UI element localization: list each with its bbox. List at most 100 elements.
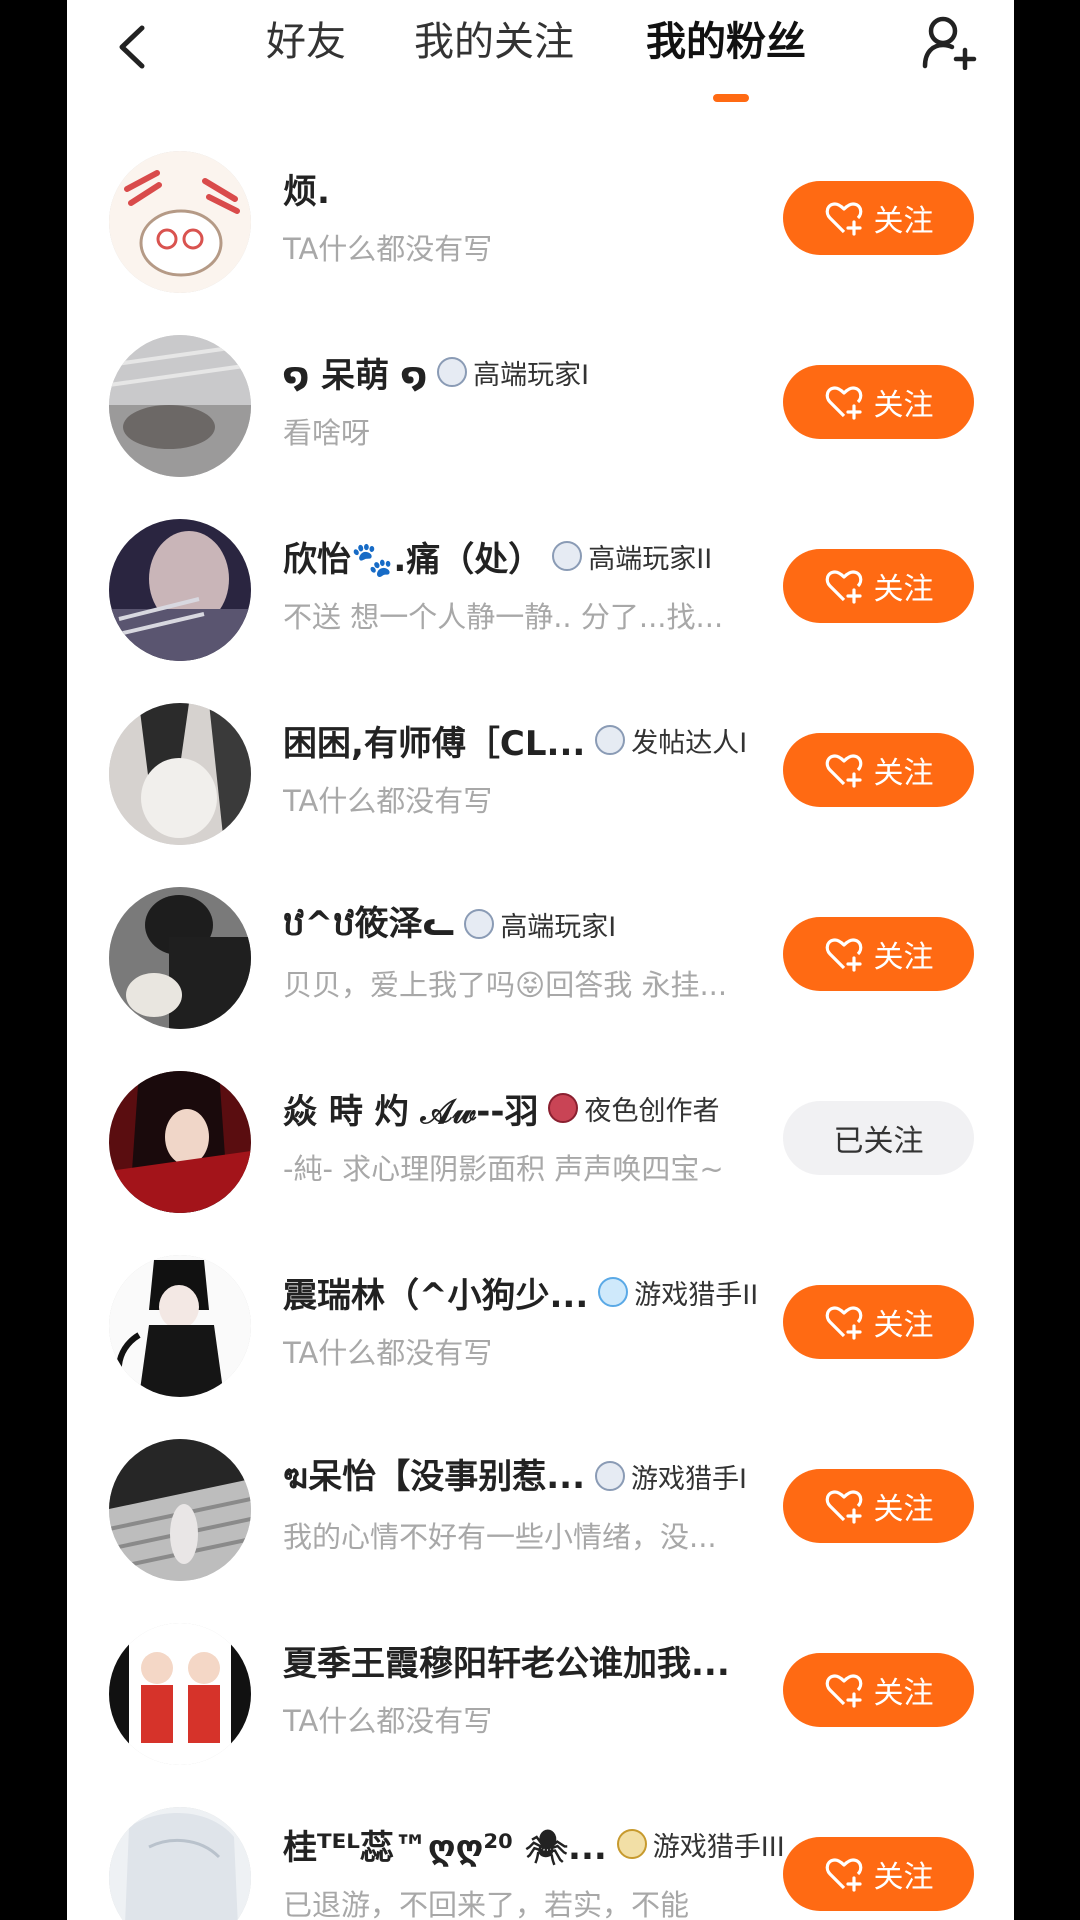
fan-bio: 我的心情不好有一些小情绪，没...: [283, 1520, 717, 1554]
name-line: 夏季王霞穆阳轩老公谁加我...: [283, 1630, 730, 1690]
heart-plus-icon: [825, 386, 862, 420]
badge-icon: [616, 1829, 647, 1859]
list-item[interactable]: 困困,有师傅［CL... 发帖达人I TA什么都没有写 关注: [67, 680, 1014, 864]
fan-name: 困困,有师傅［CL...: [283, 723, 586, 764]
fans-list: 烦. TA什么都没有写 关注 ໑ 呆萌 ໑ 高端玩家I 看啥呀 关注 欣怡🐾.痛…: [67, 128, 1014, 1920]
followed-button[interactable]: 已关注: [783, 1101, 974, 1175]
tab-following[interactable]: 我的关注: [414, 12, 574, 72]
follow-button[interactable]: 关注: [783, 549, 974, 623]
level-badge: 高端玩家II: [552, 537, 712, 576]
list-item[interactable]: 桂ᵀᴱᴸ蕊™ღღ²⁰ 🕷... 游戏猎手III 已退游，不回来了，若实，不能 关…: [67, 1784, 1014, 1920]
fan-name: 夏季王霞穆阳轩老公谁加我...: [283, 1643, 730, 1684]
back-button[interactable]: [107, 22, 157, 72]
avatar-image: [109, 1807, 251, 1920]
fan-bio: TA什么都没有写: [283, 232, 493, 266]
badge-icon: [594, 1461, 625, 1491]
list-item[interactable]: ໑ 呆萌 ໑ 高端玩家I 看啥呀 关注: [67, 312, 1014, 496]
list-item[interactable]: ឋ^ឋ筱泽ᓚ 高端玩家I 贝贝，爱上我了吗😝回答我 永挂... 关注: [67, 864, 1014, 1048]
fan-name: 烦.: [283, 171, 330, 212]
fan-bio: TA什么都没有写: [283, 784, 493, 818]
avatar[interactable]: [109, 335, 251, 477]
fan-name: 焱 時 灼 𝒜𝓌--羽: [283, 1091, 539, 1132]
avatar[interactable]: [109, 151, 251, 293]
tab-fans[interactable]: 我的粉丝: [646, 12, 806, 72]
name-line: ฆ呆怡【没事别惹... 游戏猎手I: [283, 1446, 747, 1506]
name-line: ໑ 呆萌 ໑ 高端玩家I: [283, 342, 589, 402]
level-badge: 游戏猎手II: [598, 1273, 758, 1312]
name-line: ឋ^ឋ筱泽ᓚ 高端玩家I: [283, 894, 616, 954]
fan-name: ឋ^ឋ筱泽ᓚ: [283, 904, 455, 944]
list-item[interactable]: 欣怡🐾.痛（处） 高端玩家II 不送 想一个人静一静.. 分了...找... 关…: [67, 496, 1014, 680]
name-line: 震瑞林（^小狗少... 游戏猎手II: [283, 1262, 758, 1322]
avatar[interactable]: [109, 1255, 251, 1397]
list-item[interactable]: ฆ呆怡【没事别惹... 游戏猎手I 我的心情不好有一些小情绪，没... 关注: [67, 1416, 1014, 1600]
avatar[interactable]: [109, 519, 251, 661]
add-friend-button[interactable]: [919, 12, 979, 72]
badge-label: 高端玩家I: [473, 359, 590, 391]
fan-name: ฆ呆怡【没事别惹...: [283, 1457, 585, 1497]
fan-bio: 已退游，不回来了，若实，不能: [283, 1888, 690, 1920]
avatar-image: [109, 335, 251, 477]
heart-plus-icon: [825, 1306, 862, 1340]
name-line: 欣怡🐾.痛（处） 高端玩家II: [283, 526, 712, 586]
badge-icon: [552, 541, 583, 571]
follow-button-label: 关注: [873, 388, 934, 423]
follow-button-label: 关注: [873, 756, 934, 791]
fan-bio: TA什么都没有写: [283, 1336, 493, 1370]
avatar[interactable]: [109, 1623, 251, 1765]
follow-button-label: 关注: [873, 572, 934, 607]
top-navigation-bar: 好友 我的关注 我的粉丝: [67, 0, 1014, 110]
name-line: 烦.: [283, 158, 330, 218]
fan-bio: 看啥呀: [283, 416, 371, 450]
follow-button[interactable]: 关注: [783, 1285, 974, 1359]
badge-label: 发帖达人I: [631, 727, 748, 759]
name-line: 困困,有师傅［CL... 发帖达人I: [283, 710, 747, 770]
badge-icon: [595, 725, 626, 755]
level-badge: 发帖达人I: [595, 721, 747, 760]
follow-button-label: 关注: [873, 204, 934, 239]
fan-name: ໑ 呆萌 ໑: [283, 355, 428, 396]
add-user-icon: [922, 16, 977, 70]
follow-button-label: 关注: [873, 1308, 934, 1343]
level-badge: 高端玩家I: [464, 905, 616, 944]
heart-plus-icon: [825, 1858, 862, 1892]
heart-plus-icon: [825, 202, 862, 236]
follow-button[interactable]: 关注: [783, 733, 974, 807]
heart-plus-icon: [825, 754, 862, 788]
tab-friends[interactable]: 好友: [266, 12, 346, 72]
follow-button[interactable]: 关注: [783, 1653, 974, 1727]
fan-bio: TA什么都没有写: [283, 1704, 493, 1738]
avatar[interactable]: [109, 1439, 251, 1581]
level-badge: 游戏猎手III: [616, 1825, 785, 1864]
follow-button[interactable]: 关注: [783, 1469, 974, 1543]
follow-button[interactable]: 关注: [783, 181, 974, 255]
avatar-image: [109, 887, 251, 1029]
heart-plus-icon: [825, 1674, 862, 1708]
badge-icon: [548, 1093, 579, 1123]
avatar[interactable]: [109, 1807, 251, 1920]
badge-label: 游戏猎手II: [634, 1279, 759, 1311]
avatar-image: [109, 1623, 251, 1765]
badge-label: 夜色创作者: [584, 1095, 720, 1127]
avatar[interactable]: [109, 703, 251, 845]
list-item[interactable]: 烦. TA什么都没有写 关注: [67, 128, 1014, 312]
badge-icon: [598, 1277, 629, 1307]
heart-plus-icon: [825, 570, 862, 604]
avatar[interactable]: [109, 887, 251, 1029]
name-line: 桂ᵀᴱᴸ蕊™ღღ²⁰ 🕷... 游戏猎手III: [283, 1814, 785, 1874]
list-item[interactable]: 焱 時 灼 𝒜𝓌--羽 夜色创作者 -純- 求心理阴影面积 声声唤四宝~ 已关注: [67, 1048, 1014, 1232]
follow-button[interactable]: 关注: [783, 1837, 974, 1911]
fan-name: 震瑞林（^小狗少...: [283, 1275, 589, 1316]
follow-button[interactable]: 关注: [783, 917, 974, 991]
name-line: 焱 時 灼 𝒜𝓌--羽 夜色创作者: [283, 1078, 719, 1138]
follow-button-label: 已关注: [833, 1124, 924, 1159]
list-item[interactable]: 震瑞林（^小狗少... 游戏猎手II TA什么都没有写 关注: [67, 1232, 1014, 1416]
fan-name: 欣怡🐾.痛（处）: [283, 539, 543, 580]
badge-label: 游戏猎手I: [630, 1463, 747, 1495]
follow-button[interactable]: 关注: [783, 365, 974, 439]
avatar[interactable]: [109, 1071, 251, 1213]
list-item[interactable]: 夏季王霞穆阳轩老公谁加我... TA什么都没有写 关注: [67, 1600, 1014, 1784]
fan-bio: 贝贝，爱上我了吗😝回答我 永挂...: [283, 968, 728, 1002]
badge-label: 高端玩家II: [588, 543, 713, 575]
level-badge: 游戏猎手I: [594, 1457, 747, 1496]
